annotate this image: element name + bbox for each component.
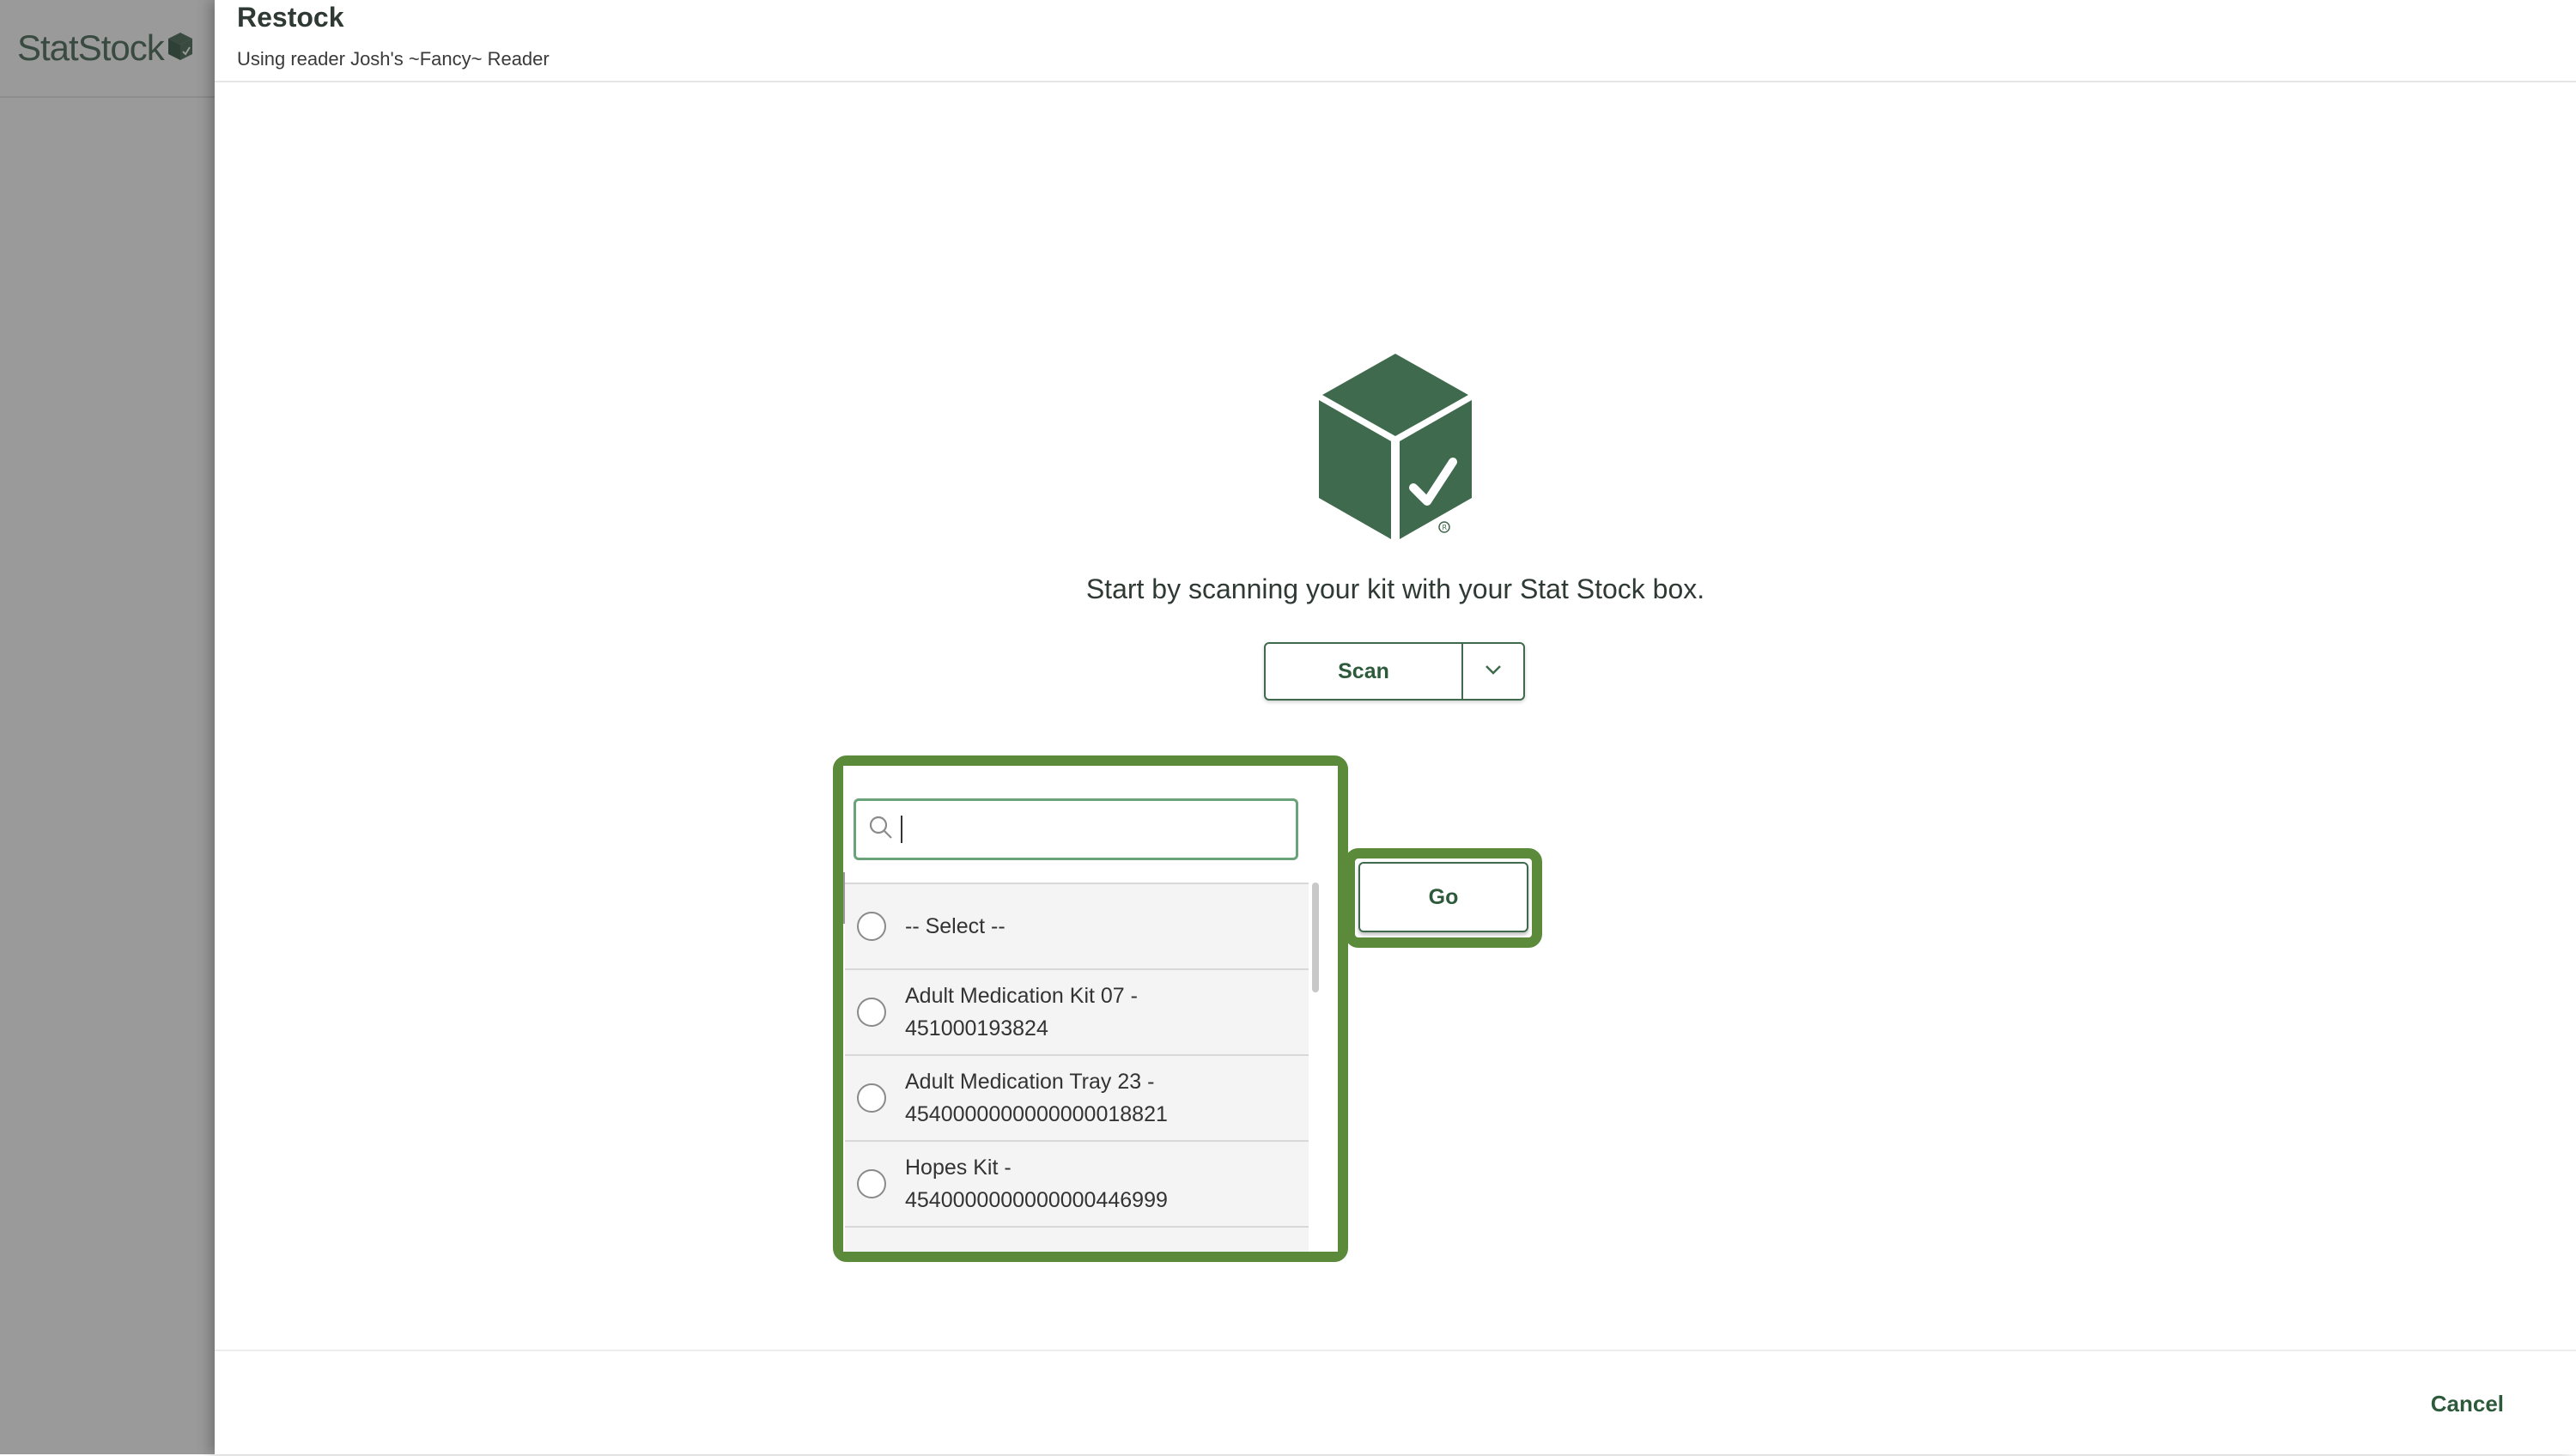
svg-text:R: R (1443, 524, 1448, 531)
kit-options-list: -- Select -- Adult Medication Kit 07 - 4… (845, 883, 1309, 1252)
dropdown-scrollbar[interactable] (1312, 883, 1319, 992)
option-label: Hopes Kit - (905, 1156, 1012, 1180)
scan-instruction: Start by scanning your kit with your Sta… (1085, 573, 1705, 604)
panel-footer: Cancel (215, 1350, 2576, 1456)
kit-search-input[interactable] (902, 814, 1267, 845)
cube-check-icon: R (1314, 352, 1477, 545)
app-sidebar: StatStock (0, 0, 215, 1454)
cube-logo-icon (167, 32, 193, 65)
reader-subtitle: Using reader Josh's ~Fancy~ Reader (237, 48, 550, 70)
radio-button[interactable] (857, 1169, 886, 1198)
option-adult-medication-kit-07[interactable]: Adult Medication Kit 07 - 451000193824 (845, 970, 1309, 1056)
radio-button[interactable] (857, 912, 886, 941)
radio-button[interactable] (857, 1083, 886, 1113)
scan-split-button: Scan (1264, 642, 1525, 701)
search-icon (868, 815, 894, 845)
option-label: Adult Medication Kit 07 - (905, 984, 1138, 1008)
option-select-placeholder[interactable]: -- Select -- (845, 884, 1309, 970)
page-title: Restock (237, 2, 344, 33)
option-hopes-kit[interactable]: Hopes Kit - 4540000000000000446999 (845, 1142, 1309, 1228)
option-id: 451000193824 (905, 1016, 1048, 1040)
scan-button[interactable]: Scan (1266, 644, 1463, 699)
radio-button[interactable] (857, 998, 886, 1027)
panel-header: Restock Using reader Josh's ~Fancy~ Read… (215, 0, 2576, 82)
kit-search-field[interactable] (854, 798, 1298, 860)
chevron-down-icon (1484, 664, 1503, 680)
option-label: Adult Medication Tray 23 - (905, 1070, 1155, 1094)
go-button[interactable]: Go (1358, 862, 1528, 932)
cancel-button[interactable]: Cancel (2431, 1391, 2504, 1417)
option-adult-medication-tray-23[interactable]: Adult Medication Tray 23 - 4540000000000… (845, 1056, 1309, 1142)
kit-dropdown: -- Select -- Adult Medication Kit 07 - 4… (843, 766, 1338, 1252)
brand-name: StatStock (17, 27, 165, 68)
scan-options-toggle[interactable] (1463, 644, 1523, 699)
option-id: 4540000000000000446999 (905, 1188, 1168, 1212)
brand-logo: StatStock (0, 0, 215, 98)
option-label: -- Select -- (905, 914, 1005, 938)
option-id: 4540000000000000018821 (905, 1102, 1168, 1126)
restock-panel: Restock Using reader Josh's ~Fancy~ Read… (215, 0, 2576, 1454)
obscured-instruction: ier. (1760, 766, 1812, 798)
